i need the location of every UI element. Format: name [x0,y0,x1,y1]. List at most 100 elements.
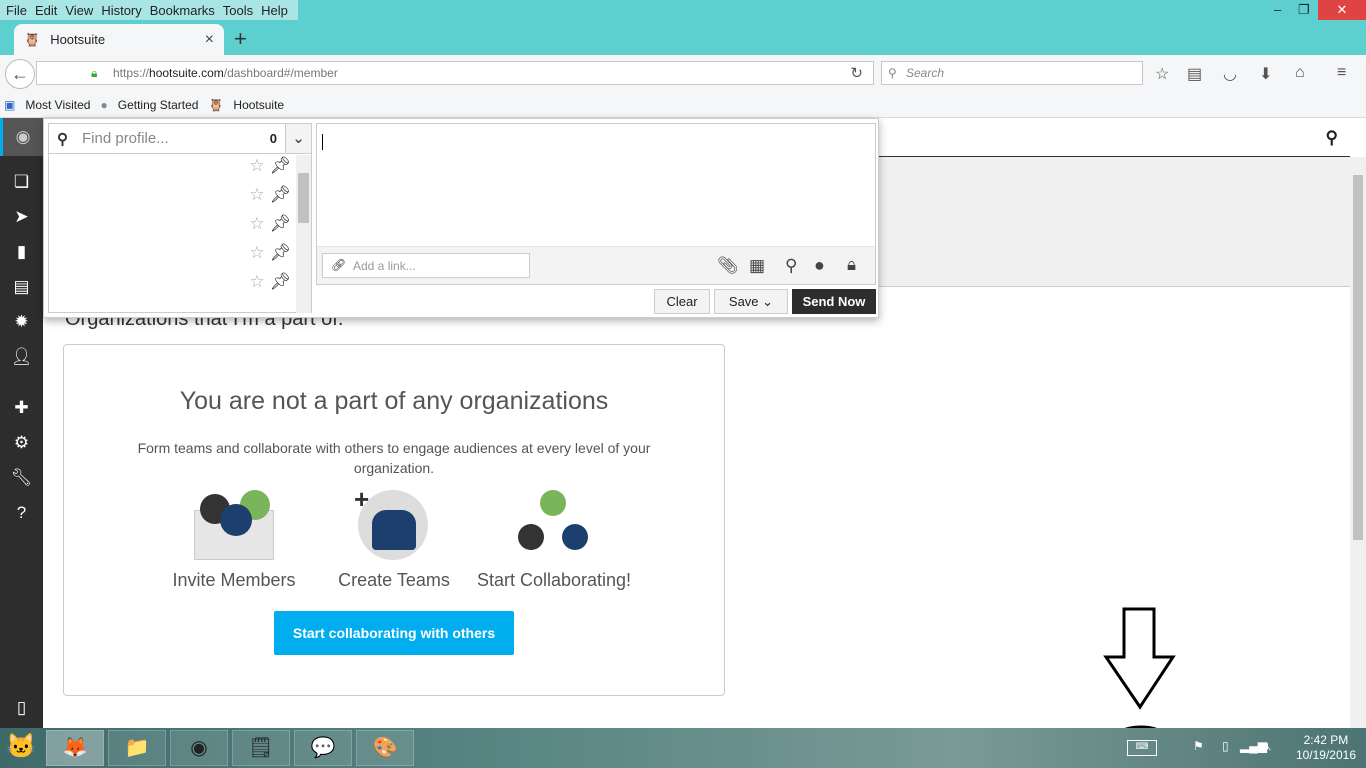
attachment-icon[interactable]: 📎︎ [717,256,739,276]
logout-icon[interactable]: ▯ [0,698,43,718]
step-invite-members: Invite Members [154,490,314,591]
touch-keyboard-icon[interactable]: ⌨ [1127,740,1157,756]
network-signal-icon[interactable]: ▂▄▆ [1240,739,1267,753]
star-icon[interactable]: ☆ [249,243,264,262]
link-placeholder: Add a link... [353,259,416,273]
find-profile-input[interactable]: ⚲ Find profile... 0 ⌄ [49,124,311,154]
page-scrollbar[interactable] [1350,157,1366,728]
menu-help[interactable]: Help [259,0,294,20]
menu-edit[interactable]: Edit [33,0,63,20]
url-bar[interactable]: 🔒︎ https://hootsuite.com/dashboard#/memb… [36,61,874,85]
menu-view[interactable]: View [63,0,99,20]
save-button[interactable]: Save ⌄ [714,289,788,314]
clock-time: 2:42 PM [1303,733,1349,747]
owl-logo-icon[interactable]: ◉ [0,118,43,156]
menu-file[interactable]: File [4,0,33,20]
system-clock[interactable]: 2:42 PM 10/19/2016 [1296,733,1356,763]
tab-strip: 🦉 Hootsuite × + [0,20,1366,55]
download-icon[interactable]: ⬇ [1259,64,1272,84]
settings-gear-icon[interactable]: ⚙ [0,433,43,453]
star-icon[interactable]: ☆ [249,272,264,291]
battery-icon[interactable]: ▯ [1222,739,1229,753]
clear-button[interactable]: Clear [654,289,710,314]
profile-row[interactable]: ☆ 📌︎ [249,156,291,176]
star-icon[interactable]: ☆ [249,214,264,233]
windows-taskbar: 🐱 🦊 📁 ◉ 🗒 💬 🎨 ⌨ ⚑ ▯ ▂▄▆ 🔇︎ 2:42 PM 10/19/… [0,728,1366,768]
add-link-input[interactable]: 🔗︎ Add a link... [322,253,530,278]
pin-icon[interactable]: 📌︎ [269,243,291,262]
step-start-collaborating: Start Collaborating! [474,490,634,591]
calendar-icon[interactable]: ▦ [749,256,765,276]
menu-bookmarks[interactable]: Bookmarks [148,0,221,20]
save-label: Save [728,294,759,309]
hamburger-menu-icon[interactable]: ≡ [1337,64,1346,82]
chevron-down-icon[interactable]: ⌄ [285,124,311,153]
minimize-button[interactable]: – [1274,2,1281,17]
menu-history[interactable]: History [99,0,147,20]
bookmark-most-visited[interactable]: Most Visited [25,98,90,112]
taskbar-firefox[interactable]: 🦊 [46,730,104,766]
globe-icon[interactable]: ● [814,255,825,276]
profile-count: 0 [269,131,277,146]
reading-list-icon[interactable]: ▤ [1187,64,1202,84]
pin-icon[interactable]: 📌︎ [269,272,291,291]
tools-wrench-icon[interactable]: 🔧︎ [0,468,43,488]
star-icon[interactable]: ☆ [249,156,264,175]
url-path: /dashboard#/member [223,66,338,80]
search-placeholder: Search [906,66,945,80]
contacts-icon[interactable]: 👤︎ [0,347,43,367]
pin-icon[interactable]: 📌︎ [269,185,291,204]
reload-icon[interactable]: ↻ [850,64,863,82]
pocket-icon[interactable]: ◡ [1223,64,1237,84]
taskbar-hangouts[interactable]: 💬 [294,730,352,766]
analytics-icon[interactable]: ▮ [0,242,43,262]
profile-list-scrollbar[interactable] [296,155,311,313]
assignments-icon[interactable]: ▤ [0,277,43,297]
start-button[interactable]: 🐱 [6,732,36,761]
lock-icon[interactable]: 🔒︎ [847,255,856,275]
campaigns-icon[interactable]: ✹ [0,312,43,332]
profile-row[interactable]: ☆ 📌︎ [249,214,291,234]
taskbar-file-explorer[interactable]: 📁 [108,730,166,766]
bookmark-hootsuite[interactable]: Hootsuite [233,98,284,112]
help-icon[interactable]: ? [0,503,43,523]
send-now-button[interactable]: Send Now [792,289,876,314]
start-collaborating-button[interactable]: Start collaborating with others [274,611,514,655]
profile-row[interactable]: ☆ 📌︎ [249,243,291,263]
bookmark-star-icon[interactable]: ☆ [1155,64,1169,84]
star-icon[interactable]: ☆ [249,185,264,204]
card-description: Form teams and collaborate with others t… [137,440,651,476]
profile-row[interactable]: ☆ 📌︎ [249,185,291,205]
taskbar-paint[interactable]: 🎨 [356,730,414,766]
taskbar-chrome[interactable]: ◉ [170,730,228,766]
volume-muted-icon[interactable]: 🔇︎ [1264,739,1272,754]
menu-tools[interactable]: Tools [221,0,259,20]
pin-icon[interactable]: 📌︎ [269,156,291,175]
bookmark-getting-started[interactable]: Getting Started [118,98,199,112]
publisher-icon[interactable]: ➤ [0,207,43,227]
team-plus-icon: + [354,484,434,562]
location-pin-icon[interactable]: ⚲ [785,256,797,276]
close-tab-icon[interactable]: × [205,31,214,49]
search-input[interactable]: ⚲ Search [881,61,1143,85]
message-textarea[interactable]: 🔗︎ Add a link... 📎︎ ▦ ⚲ ● 🔒︎ [316,123,876,285]
card-title: You are not a part of any organizations [179,387,609,415]
pin-icon[interactable]: 📌︎ [269,214,291,233]
profile-row[interactable]: ☆ 📌︎ [249,272,291,292]
close-window-button[interactable]: ✕ [1318,0,1366,20]
tab-hootsuite[interactable]: 🦉 Hootsuite × [14,24,224,55]
tab-title: Hootsuite [50,32,106,47]
apps-puzzle-icon[interactable]: ✚ [0,398,43,418]
organizations-card: You are not a part of any organizations … [63,344,725,696]
search-icon[interactable]: ⚲ [1326,128,1338,148]
streams-icon[interactable]: ❏ [0,172,43,192]
taskbar-sticky-notes[interactable]: 🗒 [232,730,290,766]
back-button[interactable]: ← [5,59,35,89]
new-tab-button[interactable]: + [234,26,247,52]
hootsuite-favicon-icon: 🦉 [24,31,41,47]
step-create-teams: + Create Teams [314,484,474,591]
home-icon[interactable]: ⌂ [1295,64,1305,82]
restore-button[interactable]: ❐ [1298,2,1310,18]
scrollbar-thumb[interactable] [1353,175,1363,540]
action-center-flag-icon[interactable]: ⚑ [1193,739,1204,753]
